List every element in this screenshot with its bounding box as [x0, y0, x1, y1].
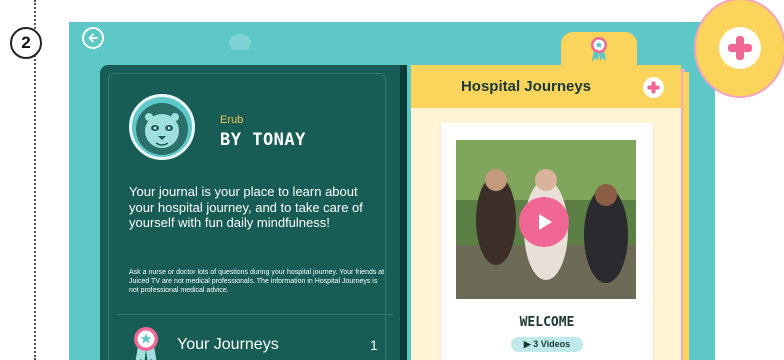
- app-window: Erub BY TONAY Your journal is your place…: [69, 22, 715, 360]
- add-journey-button[interactable]: [643, 77, 664, 98]
- ribbon-badge-icon: [134, 327, 158, 360]
- videos-count-badge: ▶ 3 Videos: [511, 337, 583, 352]
- disclaimer-text: Ask a nurse or doctor lots of questions …: [129, 269, 385, 294]
- hospital-journeys-page: Hospital Journeys WELCOME ▶ 3 Videos: [411, 65, 681, 360]
- profile-byline: BY TONAY: [220, 130, 306, 150]
- play-button[interactable]: [519, 197, 569, 247]
- callout-add-circle: [719, 27, 761, 69]
- play-icon: [539, 214, 552, 230]
- arrow-left-icon: [88, 33, 98, 43]
- callout-add-button[interactable]: [696, 0, 784, 96]
- journey-card[interactable]: WELCOME ▶ 3 Videos: [441, 123, 653, 360]
- divider: [117, 314, 393, 315]
- your-journeys-count: 1: [370, 337, 378, 353]
- book-spine: [400, 65, 407, 360]
- your-journeys-item[interactable]: Your Journeys 1: [117, 322, 393, 360]
- plus-icon: [728, 36, 752, 60]
- step-number-badge: 2: [10, 27, 42, 59]
- lion-avatar-icon: [129, 94, 195, 160]
- your-journeys-label: Your Journeys: [177, 336, 279, 353]
- intro-text: Your journal is your place to learn abou…: [129, 184, 363, 230]
- decorative-cloud: [229, 34, 251, 50]
- profile-page: Erub BY TONAY Your journal is your place…: [100, 65, 400, 360]
- hospital-journeys-title: Hospital Journeys: [460, 78, 592, 95]
- hospital-journeys-header: Hospital Journeys: [411, 65, 681, 108]
- back-button[interactable]: [82, 27, 104, 49]
- page-edge: [683, 72, 689, 360]
- profile-name-small: Erub: [220, 114, 244, 126]
- profile-panel: Erub BY TONAY Your journal is your place…: [108, 73, 393, 360]
- ribbon-badge-icon: [591, 37, 607, 61]
- video-thumbnail[interactable]: [456, 140, 636, 299]
- plus-icon: [647, 81, 660, 94]
- card-title: WELCOME: [519, 315, 575, 330]
